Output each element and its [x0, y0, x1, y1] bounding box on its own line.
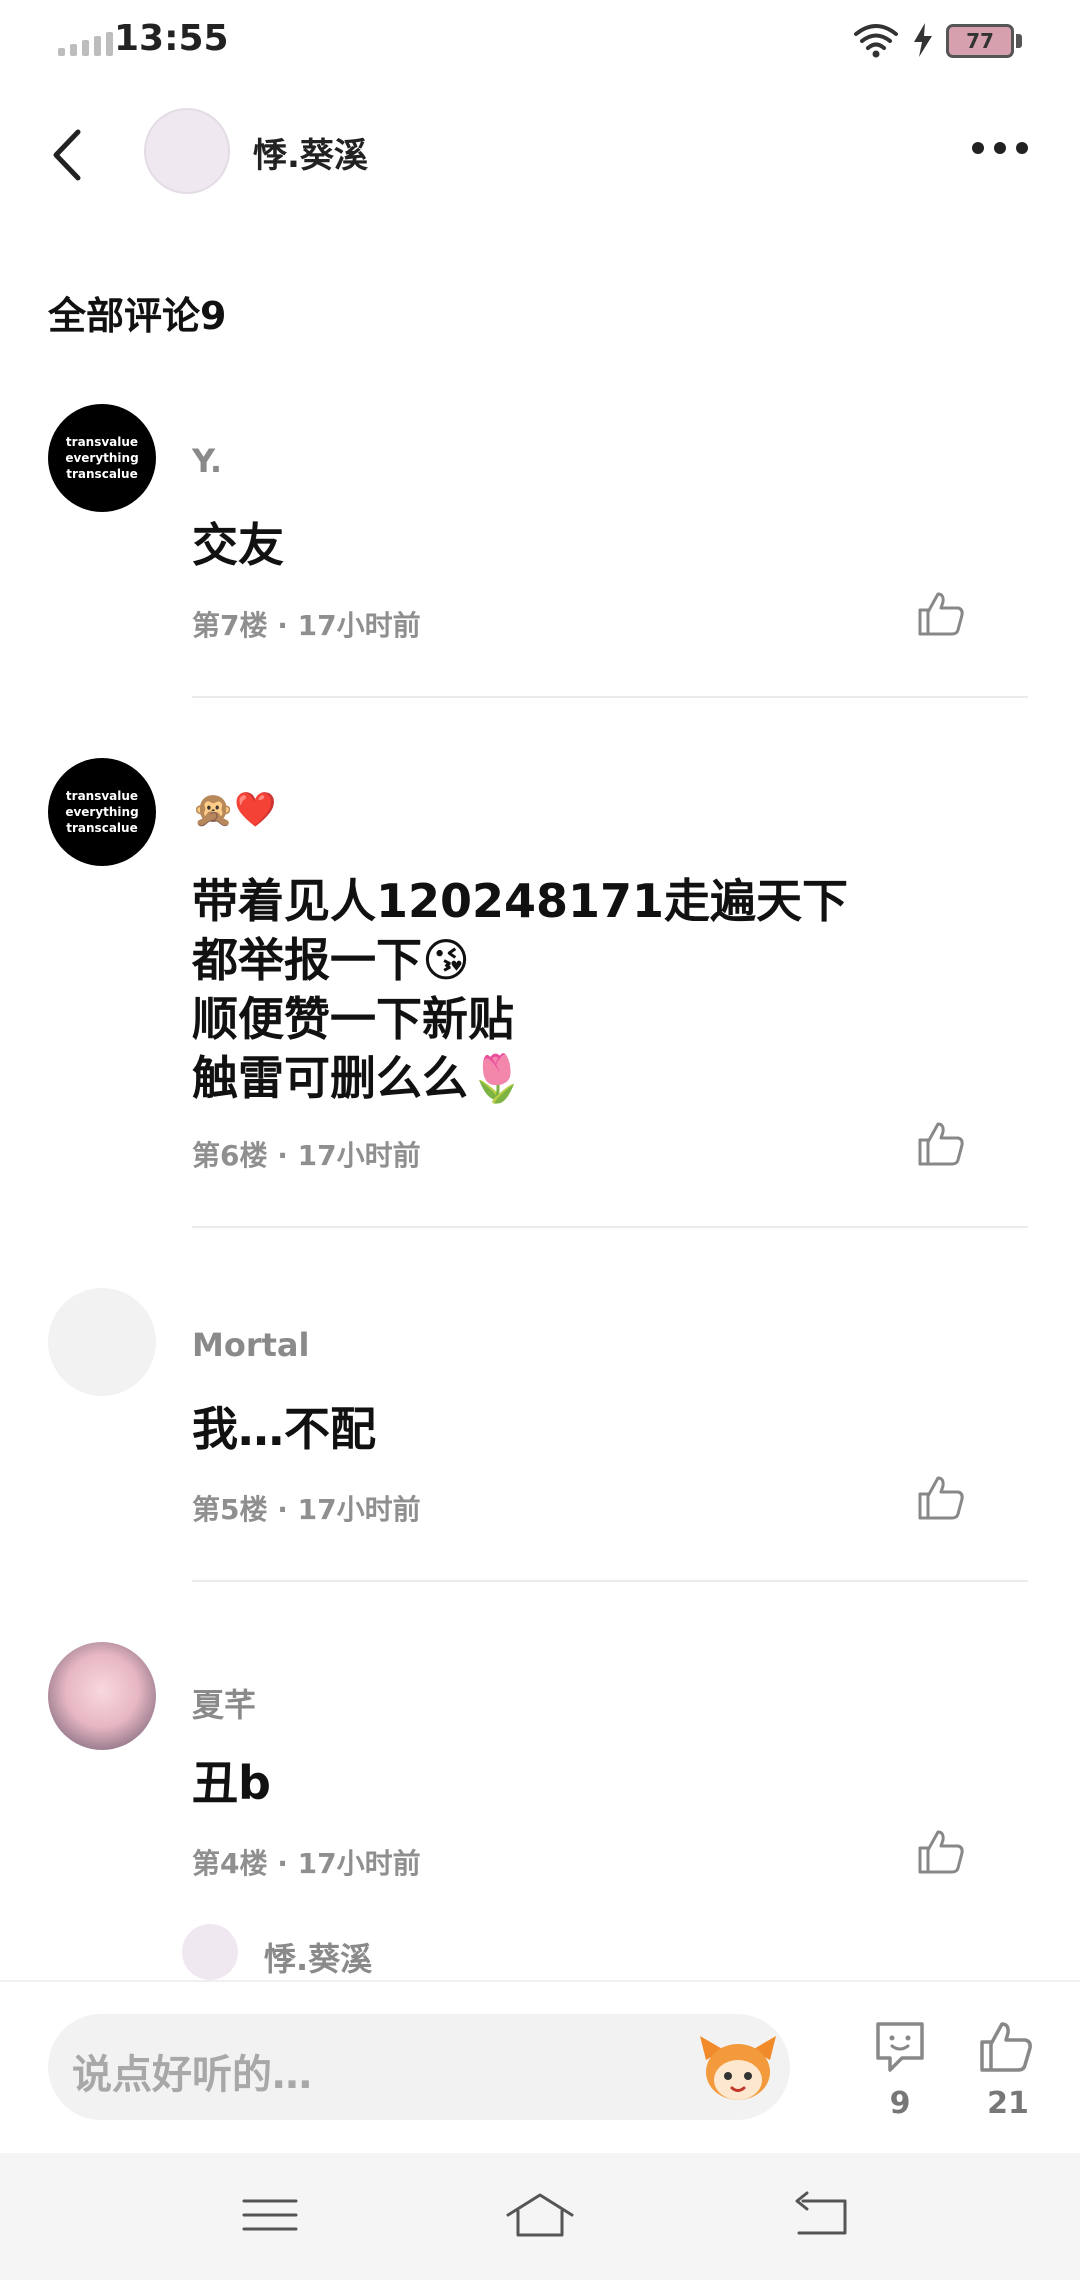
- comment-username[interactable]: 🙊❤️: [192, 790, 277, 830]
- comment-text: 交友: [192, 518, 284, 572]
- comment-text: 触雷可删么么🌷: [192, 1051, 526, 1105]
- avatar[interactable]: [48, 1288, 156, 1396]
- avatar[interactable]: transvalue everything transcalue: [48, 758, 156, 866]
- wifi-icon: [854, 24, 898, 58]
- header-avatar[interactable]: [144, 108, 230, 194]
- mascot-icon[interactable]: [698, 2030, 778, 2104]
- like-icon[interactable]: [916, 1826, 966, 1876]
- comment-meta: 第4楼 · 17小时前: [192, 1847, 421, 1880]
- avatar-text: transvalue: [65, 435, 139, 449]
- battery-cap: [1016, 34, 1022, 48]
- home-icon[interactable]: [500, 2185, 580, 2245]
- menu-icon[interactable]: [230, 2185, 310, 2245]
- comment-username[interactable]: Mortal: [192, 1326, 309, 1364]
- divider: [192, 1226, 1028, 1228]
- section-title: 全部评论9: [48, 294, 227, 338]
- like-count: 21: [987, 2086, 1029, 2121]
- chevron-left-icon[interactable]: [40, 120, 100, 190]
- comment-text: 顺便赞一下新贴: [192, 992, 514, 1046]
- charging-icon: [914, 23, 932, 57]
- more-dots-icon[interactable]: [972, 128, 1042, 168]
- comment-meta: 第7楼 · 17小时前: [192, 609, 421, 642]
- comment-username[interactable]: 夏芊: [192, 1680, 256, 1726]
- like-icon[interactable]: [916, 1472, 966, 1522]
- like-icon[interactable]: [916, 588, 966, 638]
- avatar-text: everything: [65, 451, 139, 465]
- status-bar: 13:55 77: [0, 0, 1080, 86]
- reply-username[interactable]: 悸.葵溪: [264, 1934, 372, 1980]
- comment-meta: 第6楼 · 17小时前: [192, 1139, 421, 1172]
- comment-text: 都举报一下😘: [192, 933, 470, 987]
- comment-input-placeholder[interactable]: 说点好听的…: [72, 2042, 312, 2100]
- status-time: 13:55: [114, 18, 229, 59]
- reply-avatar[interactable]: [182, 1924, 238, 1980]
- like-icon[interactable]: [978, 2018, 1034, 2074]
- comment-icon[interactable]: [872, 2018, 928, 2074]
- avatar[interactable]: [48, 1642, 156, 1750]
- avatar-text: everything: [65, 805, 139, 819]
- divider: [192, 696, 1028, 698]
- divider: [192, 1580, 1028, 1582]
- avatar[interactable]: transvalue everything transcalue: [48, 404, 156, 512]
- signal-icon: [58, 32, 113, 56]
- comment-text: 我…不配: [192, 1402, 376, 1456]
- battery-level: 77: [966, 29, 994, 53]
- comment-text: 丑b: [192, 1756, 271, 1810]
- page-title[interactable]: 悸.葵溪: [253, 128, 368, 177]
- comment-count: 9: [889, 2086, 911, 2121]
- comment-meta: 第5楼 · 17小时前: [192, 1493, 421, 1526]
- back-nav-icon[interactable]: [783, 2185, 863, 2245]
- avatar-text: transcalue: [66, 467, 138, 481]
- comment-username[interactable]: Y.: [192, 442, 222, 480]
- avatar-text: transcalue: [66, 821, 138, 835]
- comment-text: 带着见人120248171走遍天下: [192, 874, 849, 928]
- avatar-text: transvalue: [65, 789, 139, 803]
- like-icon[interactable]: [916, 1118, 966, 1168]
